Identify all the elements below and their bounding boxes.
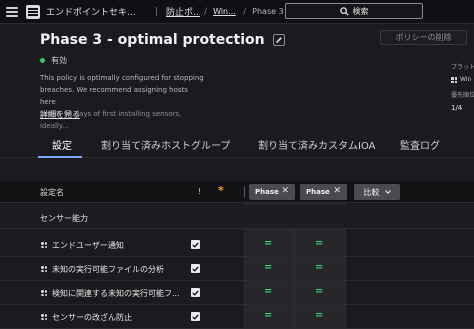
page-title: Phase 3 - optimal protection	[40, 32, 265, 48]
endpoint-app-icon	[26, 4, 40, 19]
delete-policy-button[interactable]: ポリシーの削除	[380, 30, 467, 45]
compare-policy-chip[interactable]: Phase ✕	[249, 184, 295, 200]
compare-dropdown[interactable]: 比較	[354, 184, 400, 200]
checkmark-icon	[192, 266, 199, 272]
close-icon[interactable]: ✕	[333, 186, 341, 196]
breadcrumb-separator: |	[155, 6, 159, 17]
precedence-value: 1/4	[451, 104, 463, 112]
checkmark-icon	[192, 314, 199, 320]
status-dot-icon	[40, 58, 45, 63]
policy-meta: プラット Win 優先順位 1/4	[451, 62, 474, 114]
equal-indicator: =	[315, 310, 324, 321]
active-tab-indicator	[38, 156, 82, 158]
header-divider	[244, 186, 245, 198]
platform-label: プラット	[451, 64, 474, 71]
tab-host-groups[interactable]: 割り当て済みホストグループ	[101, 137, 230, 152]
table-row[interactable]: センサーの改ざん防止 = =	[0, 305, 474, 329]
table-row[interactable]: 未知の実行可能ファイルの分析 = =	[0, 257, 474, 281]
table-row[interactable]: 検知に関連する未知の実行可能フ... = =	[0, 281, 474, 305]
setting-checkbox[interactable]	[191, 312, 200, 321]
checkmark-icon	[192, 242, 199, 248]
equal-indicator: =	[264, 238, 273, 249]
equal-indicator: =	[264, 286, 273, 297]
setting-checkbox[interactable]	[191, 240, 200, 249]
table-row[interactable]: エンドユーザー通知 = =	[0, 233, 474, 257]
compare-label: 比較	[363, 187, 380, 197]
column-header-setting-name[interactable]: 設定名	[40, 187, 64, 198]
description-line: This policy is optimally configured for …	[40, 74, 204, 82]
menu-icon[interactable]	[6, 6, 18, 17]
tab-audit-log[interactable]: 監査ログ	[400, 137, 440, 152]
equal-indicator: =	[315, 286, 324, 297]
breadcrumb-separator: /	[204, 6, 208, 17]
edit-title-button[interactable]	[272, 34, 285, 46]
search-icon	[339, 6, 349, 16]
chip-label: Phase	[255, 188, 279, 196]
status-label: 有効	[51, 56, 67, 65]
grip-icon	[41, 266, 47, 272]
equal-indicator: =	[264, 310, 273, 321]
tab-custom-ioa[interactable]: 割り当て済みカスタムIOA	[258, 137, 376, 152]
platform-value: Win	[451, 74, 474, 86]
equal-indicator: =	[264, 262, 273, 273]
setting-name: 未知の実行可能ファイルの分析	[52, 265, 164, 274]
breadcrumb-prevention-policies[interactable]: 防止ポ...	[166, 5, 200, 18]
chevron-down-icon	[384, 190, 391, 194]
column-header-flag: !	[198, 187, 202, 196]
setting-checkbox[interactable]	[191, 288, 200, 297]
platform-text: Win	[460, 76, 472, 83]
column-header-star: *	[218, 184, 224, 197]
setting-name: 検知に関連する未知の実行可能フ...	[52, 289, 180, 298]
status-badge: 有効	[40, 55, 67, 66]
settings-table-header: 設定名 ! * Phase ✕ Phase ✕ 比較	[0, 181, 474, 203]
description-line: breaches. We recommend assigning hosts h…	[40, 86, 188, 106]
equal-indicator: =	[315, 262, 324, 273]
precedence-label: 優先順位	[451, 92, 474, 99]
close-icon[interactable]: ✕	[281, 186, 289, 196]
pencil-icon	[275, 37, 282, 43]
tab-settings[interactable]: 設定	[52, 137, 72, 152]
section-label: センサー能力	[40, 214, 88, 223]
chip-label: Phase	[306, 188, 330, 196]
search-button[interactable]: 検索	[285, 3, 423, 19]
breadcrumb-separator: /	[243, 6, 247, 17]
compare-policy-chip[interactable]: Phase ✕	[300, 184, 347, 200]
setting-checkbox[interactable]	[191, 264, 200, 273]
checkmark-icon	[192, 290, 199, 296]
grip-icon	[41, 314, 47, 320]
equal-indicator: =	[315, 238, 324, 249]
search-label: 検索	[352, 6, 369, 16]
section-row: センサー能力	[0, 205, 474, 229]
breadcrumb-root[interactable]: エンドポイントセキ...	[46, 5, 151, 18]
learn-more-link[interactable]: 詳細を見る	[40, 109, 80, 120]
grip-icon	[41, 242, 47, 248]
policy-description: This policy is optimally configured for …	[40, 72, 205, 132]
tab-bar: 設定 割り当て済みホストグループ 割り当て済みカスタムIOA 監査ログ	[0, 132, 474, 158]
setting-name: エンドユーザー通知	[52, 241, 124, 250]
setting-name: センサーの改ざん防止	[52, 313, 132, 322]
grip-icon	[41, 290, 47, 296]
windows-icon	[451, 77, 457, 83]
breadcrumb-windows[interactable]: Win...	[213, 7, 239, 16]
